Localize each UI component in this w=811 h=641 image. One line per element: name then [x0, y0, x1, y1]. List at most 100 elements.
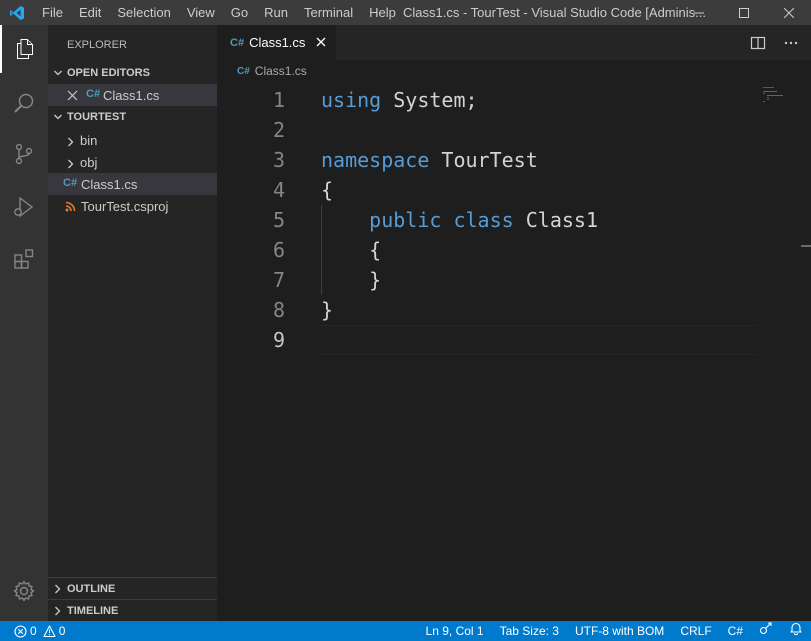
- file-label: Class1.cs: [81, 176, 138, 192]
- explorer-icon: [17, 39, 33, 59]
- minimize-button[interactable]: [676, 0, 721, 25]
- chevron-right-icon: [48, 584, 67, 594]
- activity-bar: [0, 25, 48, 621]
- code-line: 6 {: [217, 235, 811, 265]
- line-text: public class Class1: [321, 205, 598, 235]
- source-control-icon: [15, 143, 33, 165]
- rss-icon: [65, 200, 76, 215]
- title-bar: File Edit Selection View Go Run Terminal…: [0, 0, 811, 25]
- minimap[interactable]: [757, 85, 797, 125]
- problems-indicator[interactable]: 0 0: [14, 621, 65, 641]
- folder-bin[interactable]: bin: [48, 129, 217, 151]
- keyword-token: namespace: [321, 148, 430, 172]
- chevron-right-icon: [66, 157, 75, 172]
- search-button[interactable]: [0, 79, 48, 127]
- error-count: 0: [30, 624, 37, 638]
- keyword-token: using: [321, 88, 382, 112]
- code-token: ;: [465, 88, 478, 112]
- folder-obj[interactable]: obj: [48, 151, 217, 173]
- line-number: 8: [272, 298, 285, 322]
- line-text: using System;: [321, 85, 478, 115]
- close-window-button[interactable]: [766, 0, 811, 25]
- menu-run[interactable]: Run: [256, 0, 296, 25]
- maximize-button[interactable]: [721, 0, 766, 25]
- menu-view[interactable]: View: [179, 0, 223, 25]
- tab-size[interactable]: Tab Size: 3: [492, 621, 567, 641]
- code-line: 8 }: [217, 295, 811, 325]
- csharp-icon: C#: [230, 36, 245, 49]
- scrollbar-marker[interactable]: [801, 245, 811, 247]
- tourtest-header[interactable]: TOURTEST: [48, 106, 217, 128]
- open-editors-header[interactable]: OPEN EDITORS: [48, 62, 217, 84]
- run-debug-button[interactable]: [0, 183, 48, 231]
- chevron-right-icon: [48, 606, 67, 616]
- bell-icon: [790, 622, 802, 636]
- breadcrumb-file: Class1.cs: [254, 64, 307, 78]
- window-controls: [676, 0, 811, 25]
- file-label: TourTest.csproj: [81, 198, 169, 214]
- manage-gear-icon: [13, 580, 35, 602]
- timeline-header[interactable]: TIMELINE: [48, 600, 217, 622]
- line-number: 7: [272, 268, 285, 292]
- breadcrumb[interactable]: C# Class1.cs: [217, 60, 307, 82]
- minimap-preview: [763, 87, 783, 102]
- menu-selection[interactable]: Selection: [109, 0, 178, 25]
- line-number: 2: [272, 118, 285, 142]
- run-debug-icon: [14, 196, 34, 218]
- language-mode[interactable]: C#: [720, 621, 751, 641]
- line-number: 5: [272, 208, 285, 232]
- warning-count: 0: [58, 624, 66, 638]
- open-editor-item[interactable]: C# Class1.cs: [48, 84, 217, 106]
- notifications-button[interactable]: [781, 621, 811, 641]
- close-editor-icon[interactable]: [67, 89, 78, 104]
- tab-class1[interactable]: C# Class1.cs: [217, 25, 336, 60]
- close-icon: [783, 7, 794, 18]
- code-line: 9: [217, 325, 811, 355]
- close-tab-icon[interactable]: [314, 35, 328, 49]
- menu-go[interactable]: Go: [223, 0, 256, 25]
- encoding[interactable]: UTF-8 with BOM: [567, 621, 672, 641]
- file-csproj[interactable]: TourTest.csproj: [48, 195, 217, 217]
- menu-file[interactable]: File: [33, 0, 71, 25]
- open-editor-label: Class1.cs: [103, 87, 160, 103]
- manage-button[interactable]: [0, 567, 48, 615]
- cursor-position[interactable]: Ln 9, Col 1: [418, 621, 492, 641]
- explorer-sidebar: EXPLORER OPEN EDITORS C# Class1.cs TOURT…: [48, 25, 217, 621]
- file-class1[interactable]: C# Class1.cs: [48, 173, 217, 195]
- code-token: TourTest: [441, 148, 538, 172]
- keyword-token: class: [453, 208, 514, 232]
- more-actions-button[interactable]: [783, 35, 799, 51]
- line-text: }: [321, 265, 381, 295]
- code-token: {: [369, 238, 382, 262]
- menu-edit[interactable]: Edit: [71, 0, 109, 25]
- feedback-button[interactable]: [751, 621, 781, 641]
- more-icon: [784, 41, 798, 45]
- code-line: 5 public class Class1: [217, 205, 811, 235]
- line-text: {: [321, 235, 381, 265]
- search-icon: [14, 93, 34, 113]
- csharp-icon: C#: [86, 88, 101, 100]
- line-text: {: [321, 175, 333, 205]
- split-editor-icon: [750, 36, 766, 50]
- line-ending[interactable]: CRLF: [672, 621, 719, 641]
- outline-header[interactable]: OUTLINE: [48, 578, 217, 600]
- source-control-button[interactable]: [0, 130, 48, 178]
- menu-help[interactable]: Help: [361, 0, 404, 25]
- split-editor-button[interactable]: [750, 35, 766, 51]
- folder-label: obj: [80, 154, 98, 170]
- extensions-button[interactable]: [0, 235, 48, 283]
- tab-bar: C# Class1.cs: [217, 25, 811, 60]
- code-line: 7 }: [217, 265, 811, 295]
- vscode-logo-icon: [0, 0, 33, 25]
- window-title: Class1.cs - TourTest - Visual Studio Cod…: [403, 5, 706, 20]
- menu-terminal[interactable]: Terminal: [296, 0, 361, 25]
- explorer-button[interactable]: [0, 25, 48, 73]
- code-line: 3 namespace TourTest: [217, 145, 811, 175]
- menu-bar: File Edit Selection View Go Run Terminal…: [33, 0, 404, 25]
- line-text: namespace TourTest: [321, 145, 538, 175]
- project-label: TOURTEST: [67, 111, 127, 123]
- line-number: 6: [272, 238, 285, 262]
